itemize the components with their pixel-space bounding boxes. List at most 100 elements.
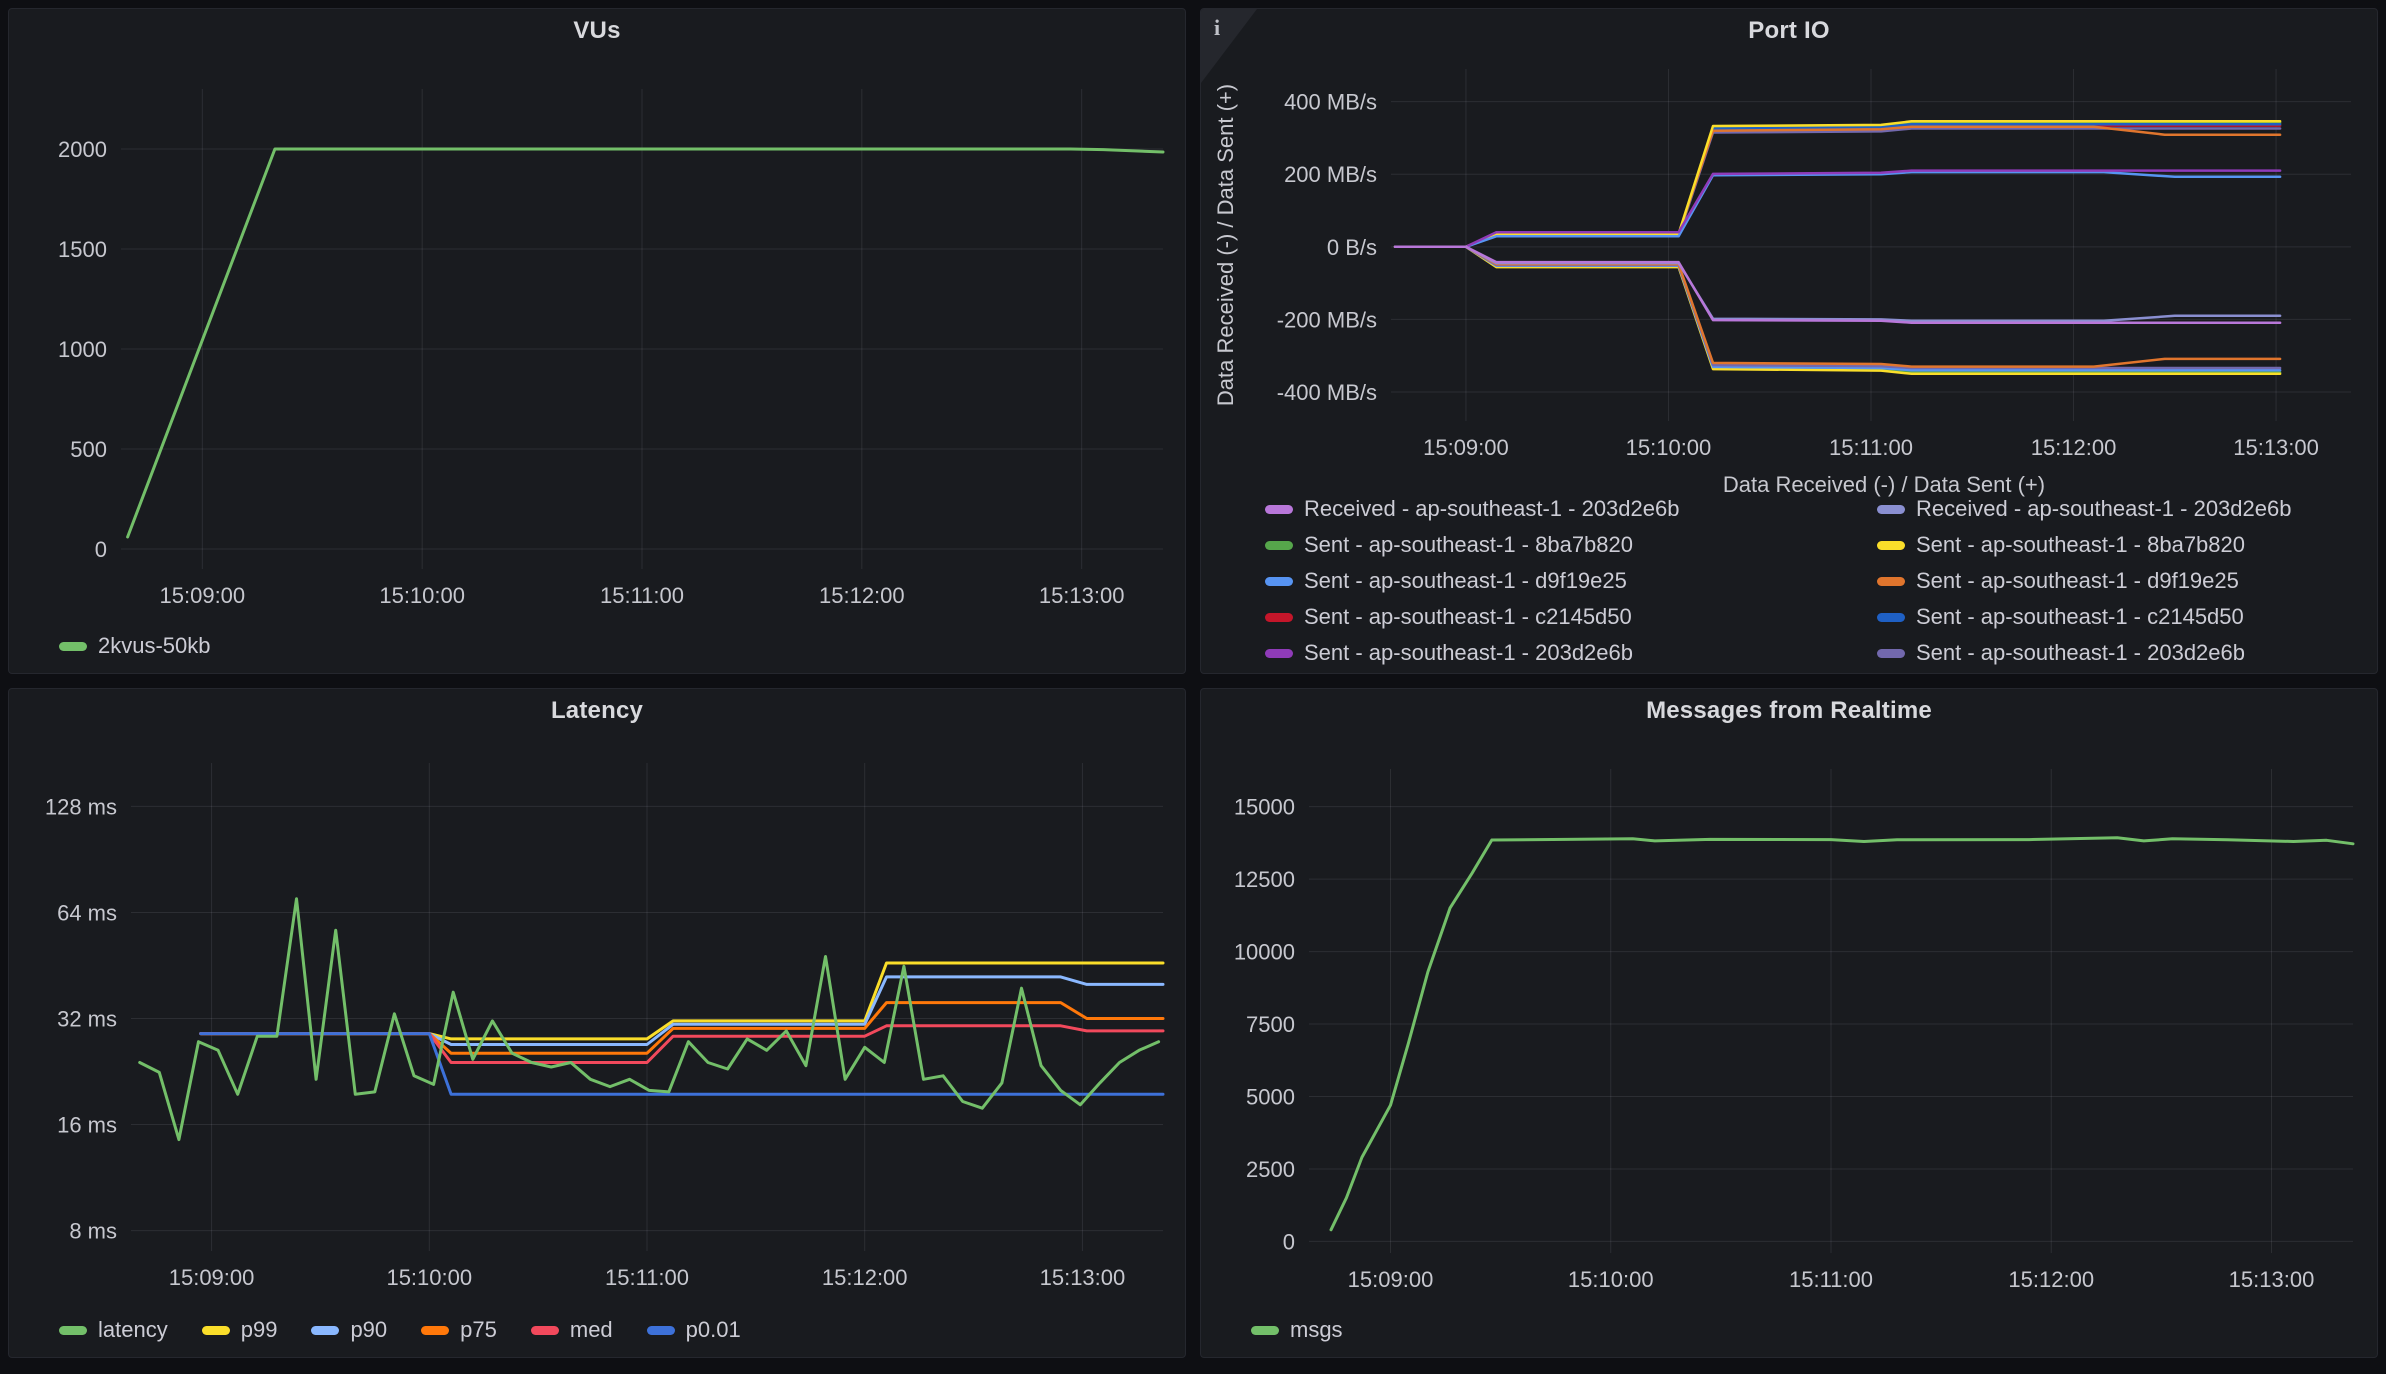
x-tick-label: 15:11:00 xyxy=(605,1265,689,1290)
legend-label: latency xyxy=(98,1317,168,1343)
legend-swatch xyxy=(311,1326,339,1335)
messages-chart[interactable]: 025005000750010000125001500015:09:0015:1… xyxy=(1201,733,2377,1303)
legend-label: p99 xyxy=(241,1317,278,1343)
x-tick-label: 15:10:00 xyxy=(1626,435,1712,460)
x-tick-label: 15:10:00 xyxy=(379,583,465,608)
legend-item[interactable]: Sent - ap-southeast-1 - 203d2e6b xyxy=(1265,640,1877,666)
y-tick-label: 8 ms xyxy=(69,1219,117,1244)
legend-label: Sent - ap-southeast-1 - 8ba7b820 xyxy=(1304,532,1633,558)
legend-swatch xyxy=(1265,505,1293,514)
y-tick-label: 0 B/s xyxy=(1327,235,1377,260)
legend-swatch xyxy=(1877,541,1905,550)
legend-swatch xyxy=(531,1326,559,1335)
series-Sent - ap-southeast-1 - 203d2e6b xyxy=(1395,129,2280,247)
portio-legend: Received - ap-southeast-1 - 203d2e6b Rece… xyxy=(1201,499,2377,673)
y-tick-label: -200 MB/s xyxy=(1277,307,1377,332)
x-tick-label: 15:12:00 xyxy=(2031,435,2117,460)
legend-swatch xyxy=(1251,1326,1279,1335)
legend-label: Sent - ap-southeast-1 - 203d2e6b xyxy=(1916,640,2245,666)
legend-item[interactable]: p0.01 xyxy=(647,1317,741,1343)
legend-label: med xyxy=(570,1317,613,1343)
legend-item[interactable]: Sent - ap-southeast-1 - c2145d50 xyxy=(1265,604,1877,630)
series-2kvus-50kb xyxy=(128,149,1163,537)
panel-latency-title: Latency xyxy=(551,697,643,725)
portio-x-axis-label: Data Received (-) / Data Sent (+) xyxy=(1201,473,2377,499)
legend-item[interactable]: latency xyxy=(59,1317,168,1343)
latency-legend: latency p99 p90 p75 med p0.01 xyxy=(9,1303,1185,1357)
legend-label: 2kvus-50kb xyxy=(98,633,211,659)
y-tick-label: 1500 xyxy=(58,237,107,262)
y-tick-label: 12500 xyxy=(1234,867,1295,892)
legend-label: Sent - ap-southeast-1 - c2145d50 xyxy=(1304,604,1632,630)
panel-latency: Latency 8 ms16 ms32 ms64 ms128 ms15:09:0… xyxy=(8,688,1186,1358)
y-tick-label: 0 xyxy=(95,537,107,562)
panel-vus: VUs 050010001500200015:09:0015:10:0015:1… xyxy=(8,8,1186,674)
y-tick-label: 16 ms xyxy=(57,1113,117,1138)
series-Sent - ap-southeast-1 - 8ba7b820 xyxy=(1395,121,2280,247)
legend-item[interactable]: Sent - ap-southeast-1 - c2145d50 xyxy=(1877,604,2377,630)
legend-swatch xyxy=(1265,577,1293,586)
legend-swatch xyxy=(1877,577,1905,586)
panel-vus-header[interactable]: VUs xyxy=(9,9,1185,53)
legend-item[interactable]: Received - ap-southeast-1 - 203d2e6b xyxy=(1265,499,1877,522)
vus-legend: 2kvus-50kb xyxy=(9,619,1185,673)
y-axis-label: Data Received (-) / Data Sent (+) xyxy=(1213,84,1238,406)
y-tick-label: 0 xyxy=(1283,1229,1295,1254)
portio-chart[interactable]: 400 MB/s200 MB/s0 B/s-200 MB/s-400 MB/s1… xyxy=(1201,53,2377,473)
series-msgs xyxy=(1331,838,2353,1230)
x-tick-label: 15:09:00 xyxy=(169,1265,255,1290)
legend-swatch xyxy=(647,1326,675,1335)
y-tick-label: 1000 xyxy=(58,337,107,362)
legend-item[interactable]: Sent - ap-southeast-1 - 8ba7b820 xyxy=(1877,532,2377,558)
legend-label: Sent - ap-southeast-1 - 203d2e6b xyxy=(1304,640,1633,666)
legend-item[interactable]: 2kvus-50kb xyxy=(59,633,211,659)
legend-swatch xyxy=(202,1326,230,1335)
messages-svg: 025005000750010000125001500015:09:0015:1… xyxy=(1201,733,2377,1303)
legend-swatch xyxy=(59,1326,87,1335)
x-tick-label: 15:13:00 xyxy=(2229,1267,2315,1292)
vus-chart[interactable]: 050010001500200015:09:0015:10:0015:11:00… xyxy=(9,53,1185,619)
y-tick-label: 200 MB/s xyxy=(1284,162,1377,187)
dashboard-grid: VUs 050010001500200015:09:0015:10:0015:1… xyxy=(8,8,2378,1358)
legend-item[interactable]: med xyxy=(531,1317,613,1343)
y-tick-label: 2000 xyxy=(58,137,107,162)
y-tick-label: 10000 xyxy=(1234,940,1295,965)
legend-item[interactable]: p99 xyxy=(202,1317,278,1343)
y-tick-label: 2500 xyxy=(1246,1157,1295,1182)
legend-item[interactable]: p75 xyxy=(421,1317,497,1343)
series-Sent - ap-southeast-1 - c2145d50 xyxy=(1395,126,2280,247)
legend-swatch xyxy=(1877,613,1905,622)
x-tick-label: 15:09:00 xyxy=(1348,1267,1434,1292)
legend-item[interactable]: Sent - ap-southeast-1 - 8ba7b820 xyxy=(1265,532,1877,558)
latency-svg: 8 ms16 ms32 ms64 ms128 ms15:09:0015:10:0… xyxy=(9,733,1185,1303)
legend-item[interactable]: Sent - ap-southeast-1 - 203d2e6b xyxy=(1877,640,2377,666)
y-tick-label: 128 ms xyxy=(45,794,117,819)
legend-item[interactable]: p90 xyxy=(311,1317,387,1343)
series-Sent - ap-southeast-1 - d9f19e25 xyxy=(1395,127,2280,247)
legend-item[interactable]: msgs xyxy=(1251,1317,1343,1343)
legend-label: msgs xyxy=(1290,1317,1343,1343)
legend-label: Sent - ap-southeast-1 - 8ba7b820 xyxy=(1916,532,2245,558)
y-tick-label: 15000 xyxy=(1234,795,1295,820)
latency-chart[interactable]: 8 ms16 ms32 ms64 ms128 ms15:09:0015:10:0… xyxy=(9,733,1185,1303)
panel-messages-header[interactable]: Messages from Realtime xyxy=(1201,689,2377,733)
legend-label: p90 xyxy=(350,1317,387,1343)
series-Received - ap-southeast-1 - 203d2e6b xyxy=(1395,247,2280,323)
panel-portio-header[interactable]: Port IO xyxy=(1201,9,2377,53)
x-tick-label: 15:09:00 xyxy=(160,583,246,608)
series-Received - ap-southeast-1 - d9f19e25 xyxy=(1395,247,2280,367)
legend-label: p0.01 xyxy=(686,1317,741,1343)
panel-messages-title: Messages from Realtime xyxy=(1646,697,1932,725)
y-tick-label: 32 ms xyxy=(57,1006,117,1031)
panel-portio-title: Port IO xyxy=(1748,17,1829,45)
y-tick-label: 400 MB/s xyxy=(1284,90,1377,115)
legend-item[interactable]: Sent - ap-southeast-1 - d9f19e25 xyxy=(1265,568,1877,594)
legend-label: Received - ap-southeast-1 - 203d2e6b xyxy=(1304,499,1679,522)
legend-item[interactable]: Sent - ap-southeast-1 - d9f19e25 xyxy=(1877,568,2377,594)
legend-item[interactable]: Received - ap-southeast-1 - 203d2e6b xyxy=(1877,499,2377,522)
panel-messages: Messages from Realtime 02500500075001000… xyxy=(1200,688,2378,1358)
y-tick-label: 5000 xyxy=(1246,1084,1295,1109)
panel-latency-header[interactable]: Latency xyxy=(9,689,1185,733)
panel-portio: i Port IO 400 MB/s200 MB/s0 B/s-200 MB/s… xyxy=(1200,8,2378,674)
legend-swatch xyxy=(1265,541,1293,550)
